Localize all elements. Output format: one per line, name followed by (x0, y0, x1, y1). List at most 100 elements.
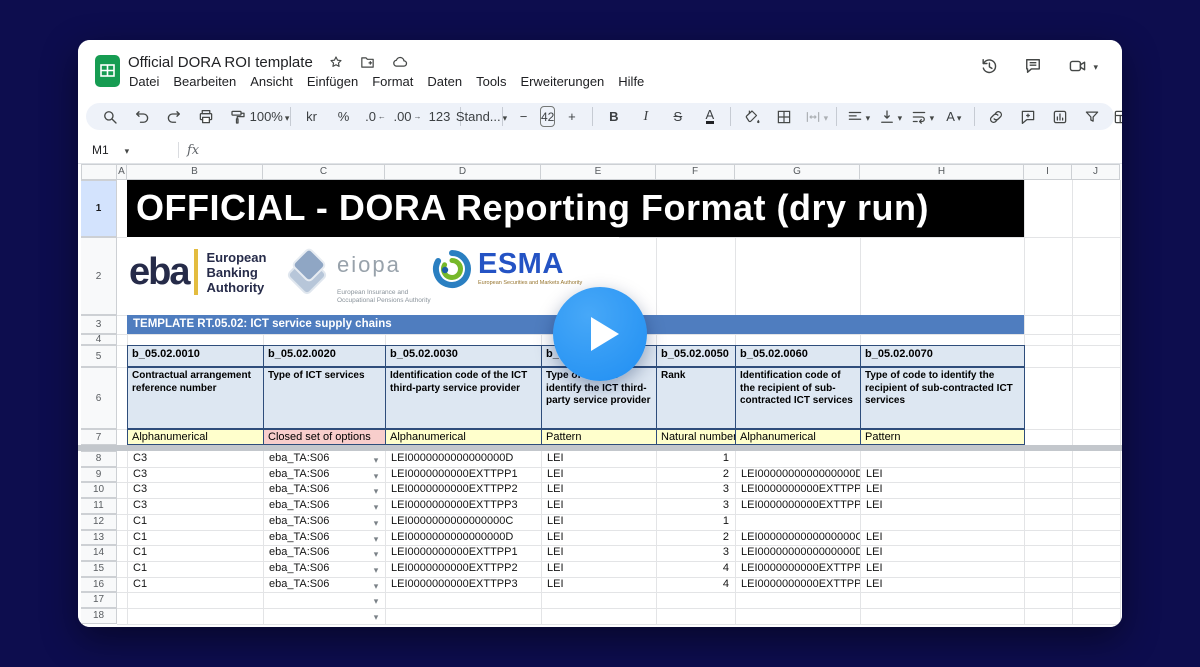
doc-title[interactable]: Official DORA ROI template (128, 54, 313, 71)
currency-format-button[interactable]: kr (296, 105, 327, 128)
cell-dropdown-icon[interactable] (369, 530, 383, 546)
data-cell-C11[interactable]: eba_TA:S06 (263, 498, 385, 514)
cell-J12[interactable] (1072, 514, 1121, 531)
data-cell-H12[interactable] (860, 514, 1024, 530)
cell-J1[interactable] (1072, 180, 1121, 238)
data-cell-C12[interactable]: eba_TA:S06 (263, 514, 385, 530)
paint-format-button[interactable] (222, 105, 253, 128)
data-cell-D10[interactable]: LEI0000000000EXTTPP2 (385, 482, 541, 498)
frozen-rows-divider[interactable] (78, 445, 1122, 451)
data-cell-E11[interactable]: LEI (541, 498, 656, 514)
data-cell-C8[interactable]: eba_TA:S06 (263, 451, 385, 467)
column-header-J[interactable]: J (1072, 164, 1120, 180)
data-cell-C9[interactable]: eba_TA:S06 (263, 467, 385, 483)
data-cell-C14[interactable]: eba_TA:S06 (263, 545, 385, 561)
font-select[interactable]: Stand... (466, 105, 497, 128)
number-format-button[interactable]: 123 (424, 105, 455, 128)
cell-dropdown-icon[interactable] (369, 577, 383, 593)
menu-hilfe[interactable]: Hilfe (611, 72, 651, 91)
move-icon[interactable] (359, 54, 376, 71)
cell-I11[interactable] (1024, 498, 1073, 515)
row-header-15[interactable]: 15 (81, 561, 117, 577)
text-color-button[interactable]: A (694, 105, 725, 128)
data-cell-H10[interactable]: LEI (860, 482, 1024, 498)
cell-I5[interactable] (1024, 345, 1073, 368)
insert-link-button[interactable] (980, 105, 1011, 128)
row-header-8[interactable]: 8 (81, 451, 117, 467)
cell-J10[interactable] (1072, 482, 1121, 499)
cell-G18[interactable] (735, 608, 861, 625)
data-cell-D15[interactable]: LEI0000000000EXTTPP2 (385, 561, 541, 577)
cell-I8[interactable] (1024, 451, 1073, 468)
data-cell-G16[interactable]: LEI0000000000EXTTPP1 (735, 577, 860, 593)
column-header-E[interactable]: E (541, 164, 656, 180)
cell-dropdown-icon[interactable] (369, 482, 383, 498)
row-header-2[interactable]: 2 (81, 237, 117, 315)
cell-J6[interactable] (1072, 367, 1121, 430)
increase-font-size-button[interactable]: + (556, 105, 587, 128)
cell-I13[interactable] (1024, 530, 1073, 547)
font-size-input[interactable]: 42 (540, 106, 555, 127)
data-cell-H11[interactable]: LEI (860, 498, 1024, 514)
cell-H17[interactable] (860, 592, 1025, 609)
cell-dropdown-icon[interactable] (369, 498, 383, 514)
row-header-11[interactable]: 11 (81, 498, 117, 514)
data-cell-F15[interactable]: 4 (656, 561, 735, 577)
row-header-4[interactable]: 4 (81, 334, 117, 345)
cell-dropdown-icon[interactable] (369, 608, 383, 624)
increase-decimal-button[interactable]: .00 (392, 105, 423, 128)
data-cell-G10[interactable]: LEI0000000000EXTTPP1 (735, 482, 860, 498)
column-header-F[interactable]: F (656, 164, 735, 180)
cell-I2[interactable] (1024, 237, 1073, 316)
data-cell-B16[interactable]: C1 (127, 577, 263, 593)
data-cell-D9[interactable]: LEI0000000000EXTTPP1 (385, 467, 541, 483)
row-header-9[interactable]: 9 (81, 467, 117, 483)
column-header-B[interactable]: B (127, 164, 263, 180)
percent-format-button[interactable]: % (328, 105, 359, 128)
data-cell-E9[interactable]: LEI (541, 467, 656, 483)
row-header-18[interactable]: 18 (81, 608, 117, 624)
cell-B18[interactable] (127, 608, 264, 625)
borders-button[interactable] (768, 105, 799, 128)
data-cell-H14[interactable]: LEI (860, 545, 1024, 561)
cell-I7[interactable] (1024, 429, 1073, 446)
cell-dropdown-icon[interactable] (369, 451, 383, 467)
row-header-5[interactable]: 5 (81, 345, 117, 367)
text-wrap-button[interactable] (906, 105, 937, 128)
cell-F17[interactable] (656, 592, 736, 609)
data-cell-B15[interactable]: C1 (127, 561, 263, 577)
row-header-16[interactable]: 16 (81, 577, 117, 593)
cell-C18[interactable] (263, 608, 386, 625)
column-header-A[interactable]: A (117, 164, 127, 180)
cell-J9[interactable] (1072, 467, 1121, 484)
cell-H2[interactable] (860, 237, 1025, 316)
data-cell-B10[interactable]: C3 (127, 482, 263, 498)
data-cell-C15[interactable]: eba_TA:S06 (263, 561, 385, 577)
cell-I1[interactable] (1024, 180, 1073, 238)
cell-I3[interactable] (1024, 315, 1073, 335)
zoom-select[interactable]: 100% (254, 105, 285, 128)
print-button[interactable] (190, 105, 221, 128)
column-header-G[interactable]: G (735, 164, 860, 180)
star-icon[interactable] (328, 54, 344, 70)
cell-I14[interactable] (1024, 545, 1073, 562)
text-rotation-button[interactable]: A (938, 105, 969, 128)
cell-dropdown-icon[interactable] (369, 561, 383, 577)
search-button[interactable] (94, 105, 125, 128)
cell-E17[interactable] (541, 592, 657, 609)
decrease-font-size-button[interactable]: − (508, 105, 539, 128)
name-box[interactable]: M1 (78, 143, 170, 157)
menu-daten[interactable]: Daten (420, 72, 469, 91)
row-header-14[interactable]: 14 (81, 545, 117, 561)
strikethrough-button[interactable]: S (662, 105, 693, 128)
cell-J16[interactable] (1072, 577, 1121, 594)
bold-button[interactable]: B (598, 105, 629, 128)
data-cell-G12[interactable] (735, 514, 860, 530)
data-cell-B11[interactable]: C3 (127, 498, 263, 514)
cell-J13[interactable] (1072, 530, 1121, 547)
data-cell-G8[interactable] (735, 451, 860, 467)
menu-erweiterungen[interactable]: Erweiterungen (513, 72, 611, 91)
cell-J17[interactable] (1072, 592, 1121, 609)
column-header-H[interactable]: H (860, 164, 1024, 180)
data-cell-D8[interactable]: LEI0000000000000000D (385, 451, 541, 467)
